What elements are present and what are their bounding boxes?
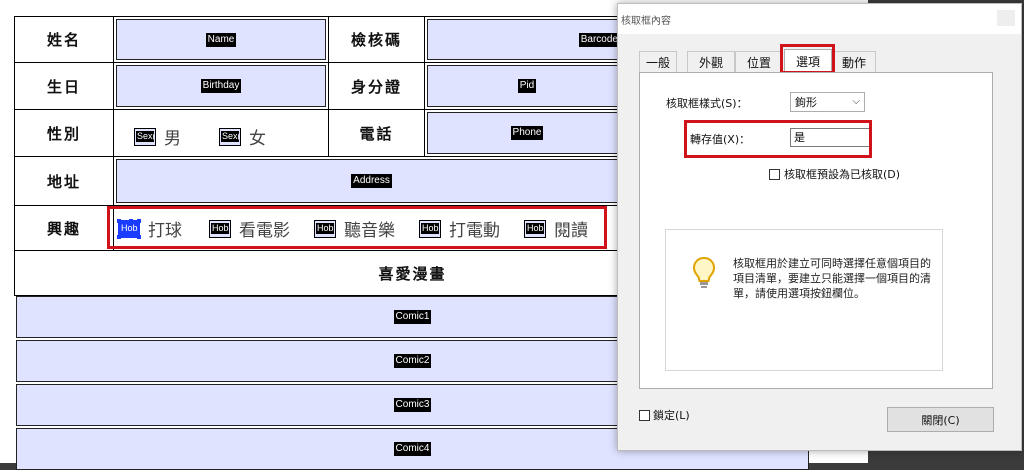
label-address: 地址: [14, 156, 114, 206]
barcode-cell: Barcode: [424, 16, 627, 63]
style-label: 核取框樣式(S)：: [666, 97, 748, 110]
options-panel: 核取框樣式(S)： 鉤形 ⌵ 轉存值(X)： 是 核取框預設為已核取(D) 核取…: [639, 72, 993, 389]
dialog-title: 核取框內容: [621, 16, 671, 27]
label-barcode: 檢核碼: [328, 16, 425, 63]
address-field[interactable]: Address: [116, 159, 627, 203]
name-cell: Name: [113, 16, 329, 63]
label-sex: 性別: [14, 109, 114, 157]
close-icon[interactable]: [997, 10, 1015, 26]
export-highlight-box: [684, 120, 872, 158]
label-pid: 身分證: [328, 62, 425, 110]
style-value: 鉤形: [795, 96, 817, 109]
checkbox-style-select[interactable]: 鉤形 ⌵: [790, 92, 865, 112]
tab-general[interactable]: 一般: [639, 51, 677, 72]
pid-field[interactable]: Pid: [427, 65, 627, 107]
sex-checkbox-female[interactable]: Sex(: [219, 127, 241, 146]
tab-position[interactable]: 位置: [735, 51, 783, 72]
lightbulb-icon: [692, 256, 716, 288]
checkbox-properties-dialog: 核取框內容 一般 外觀 位置 選項 動作 核取框樣式(S)： 鉤形 ⌵ 轉存值(…: [617, 3, 1022, 451]
pid-cell: Pid: [424, 62, 627, 110]
birthday-cell: Birthday: [113, 62, 329, 110]
lock-option[interactable]: 鎖定(L): [639, 407, 690, 423]
label-hobby: 興趣: [14, 205, 114, 251]
info-text: 核取框用於建立可同時選擇任意個項目的項目清單，要建立只能選擇一個項目的清單，請使…: [733, 257, 931, 300]
address-cell: Address: [113, 156, 627, 206]
close-button[interactable]: 關閉(C): [887, 407, 994, 432]
name-field[interactable]: Name: [116, 19, 326, 60]
tab-appearance[interactable]: 外觀: [687, 51, 735, 72]
default-checked-option[interactable]: 核取框預設為已核取(D): [769, 166, 900, 182]
info-box: 核取框用於建立可同時選擇任意個項目的項目清單，要建立只能選擇一個項目的清單，請使…: [665, 229, 943, 371]
phone-cell: Phone: [424, 109, 627, 157]
phone-field[interactable]: Phone: [427, 112, 627, 154]
dialog-titlebar[interactable]: 核取框內容: [618, 4, 1021, 34]
sex-checkbox-male[interactable]: Sex(: [134, 127, 156, 146]
lock-checkbox[interactable]: [639, 409, 650, 421]
barcode-field[interactable]: Barcode: [427, 19, 627, 60]
label-birthday: 生日: [14, 62, 114, 110]
label-phone: 電話: [328, 109, 425, 157]
default-checked-checkbox[interactable]: [769, 168, 780, 180]
birthday-field[interactable]: Birthday: [116, 65, 326, 107]
label-name: 姓名: [14, 16, 114, 63]
sex-option-female[interactable]: Sex( 女: [219, 124, 266, 149]
chevron-down-icon: ⌵: [852, 96, 860, 107]
sex-option-male[interactable]: Sex( 男: [134, 124, 181, 149]
tab-highlight-box: [780, 44, 835, 74]
tab-actions[interactable]: 動作: [832, 51, 876, 72]
hobby-highlight-box: [107, 206, 607, 249]
